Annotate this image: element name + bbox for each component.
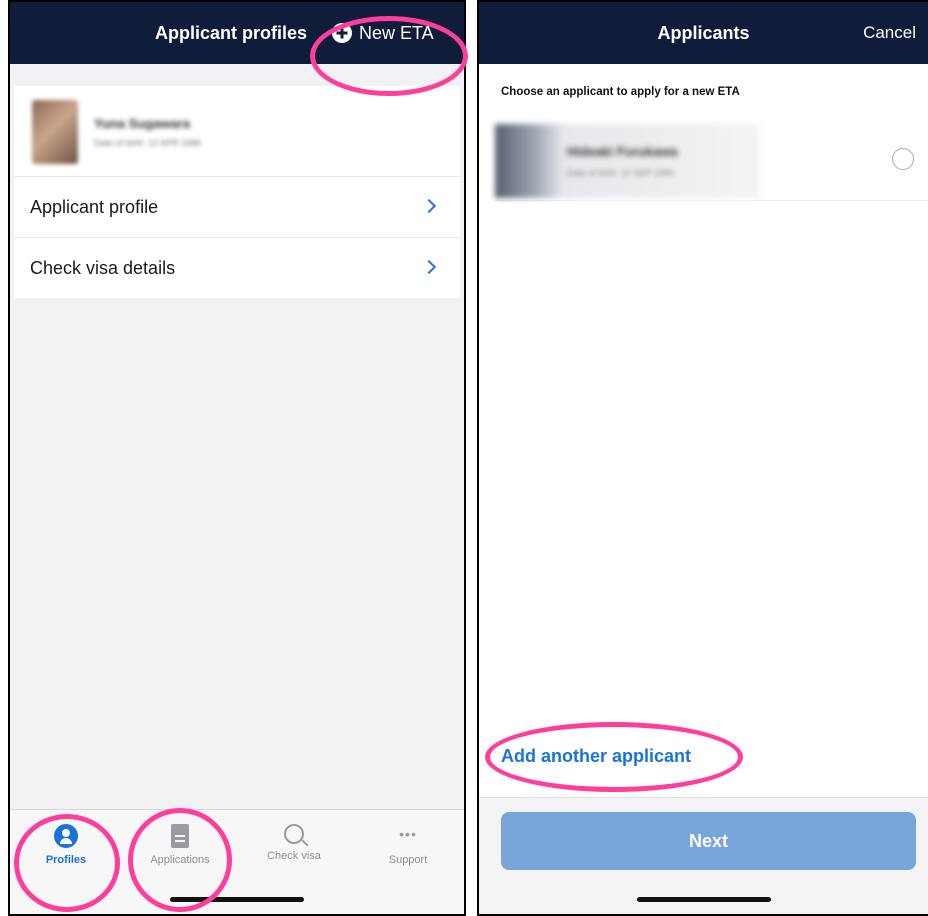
document-icon (171, 824, 189, 848)
applicant-profile-row[interactable]: Applicant profile (14, 177, 460, 238)
profile-name: Yuna Sugawara (94, 116, 191, 131)
radio-button[interactable] (892, 148, 914, 170)
applicant-profile-label: Applicant profile (30, 197, 159, 217)
tab-applications[interactable]: Applications (130, 824, 230, 866)
tab-check-visa[interactable]: Check visa (244, 824, 344, 862)
more-dots-icon: ••• (399, 826, 417, 842)
chevron-right-icon (421, 198, 437, 214)
tab-bar: Profiles Applications Check visa ••• Sup… (10, 809, 464, 914)
applicants-screen: Applicants Cancel Choose an applicant to… (477, 0, 928, 916)
person-circle-icon (54, 824, 78, 848)
nav-header: Applicant profiles New ETA (10, 2, 464, 64)
plus-circle-icon (332, 23, 352, 43)
search-icon (284, 824, 304, 844)
instruction-text: Choose an applicant to apply for a new E… (501, 86, 740, 98)
chevron-right-icon (421, 259, 437, 275)
nav-header: Applicants Cancel (479, 2, 928, 64)
check-visa-details-label: Check visa details (30, 258, 176, 278)
cancel-button[interactable]: Cancel (863, 2, 916, 64)
profile-summary[interactable]: Yuna Sugawara Date of birth: 12 APR 1986 (14, 86, 460, 177)
home-indicator (636, 897, 771, 902)
tab-label: Profiles (45, 854, 87, 866)
applicant-name: Hideaki Furukawa (567, 144, 678, 159)
home-indicator (170, 897, 304, 902)
tab-profiles[interactable]: Profiles (16, 824, 116, 866)
tab-label: Support (388, 854, 428, 866)
applicant-profiles-screen: Applicant profiles New ETA Yuna Sugawara… (8, 0, 466, 916)
new-eta-button[interactable]: New ETA (332, 2, 434, 64)
applicant-photo (495, 124, 759, 198)
new-eta-label: New ETA (359, 23, 434, 43)
avatar (32, 100, 78, 164)
applicant-option[interactable]: Hideaki Furukawa Date of birth: 10 SEP 1… (495, 122, 928, 201)
tab-support[interactable]: ••• Support (358, 824, 458, 866)
applicant-subtitle: Date of birth: 10 SEP 1984 (567, 168, 674, 178)
page-title: Applicant profiles (155, 23, 308, 43)
profile-card: Yuna Sugawara Date of birth: 12 APR 1986… (14, 86, 460, 298)
check-visa-details-row[interactable]: Check visa details (14, 238, 460, 298)
profiles-content: Yuna Sugawara Date of birth: 12 APR 1986… (10, 64, 464, 914)
add-another-applicant-link[interactable]: Add another applicant (501, 746, 691, 767)
profile-subtitle: Date of birth: 12 APR 1986 (94, 138, 202, 148)
footer: Next (479, 797, 928, 914)
tab-label: Check visa (267, 850, 321, 862)
tab-label: Applications (150, 854, 210, 866)
next-button[interactable]: Next (501, 812, 916, 870)
page-title: Applicants (657, 23, 750, 43)
